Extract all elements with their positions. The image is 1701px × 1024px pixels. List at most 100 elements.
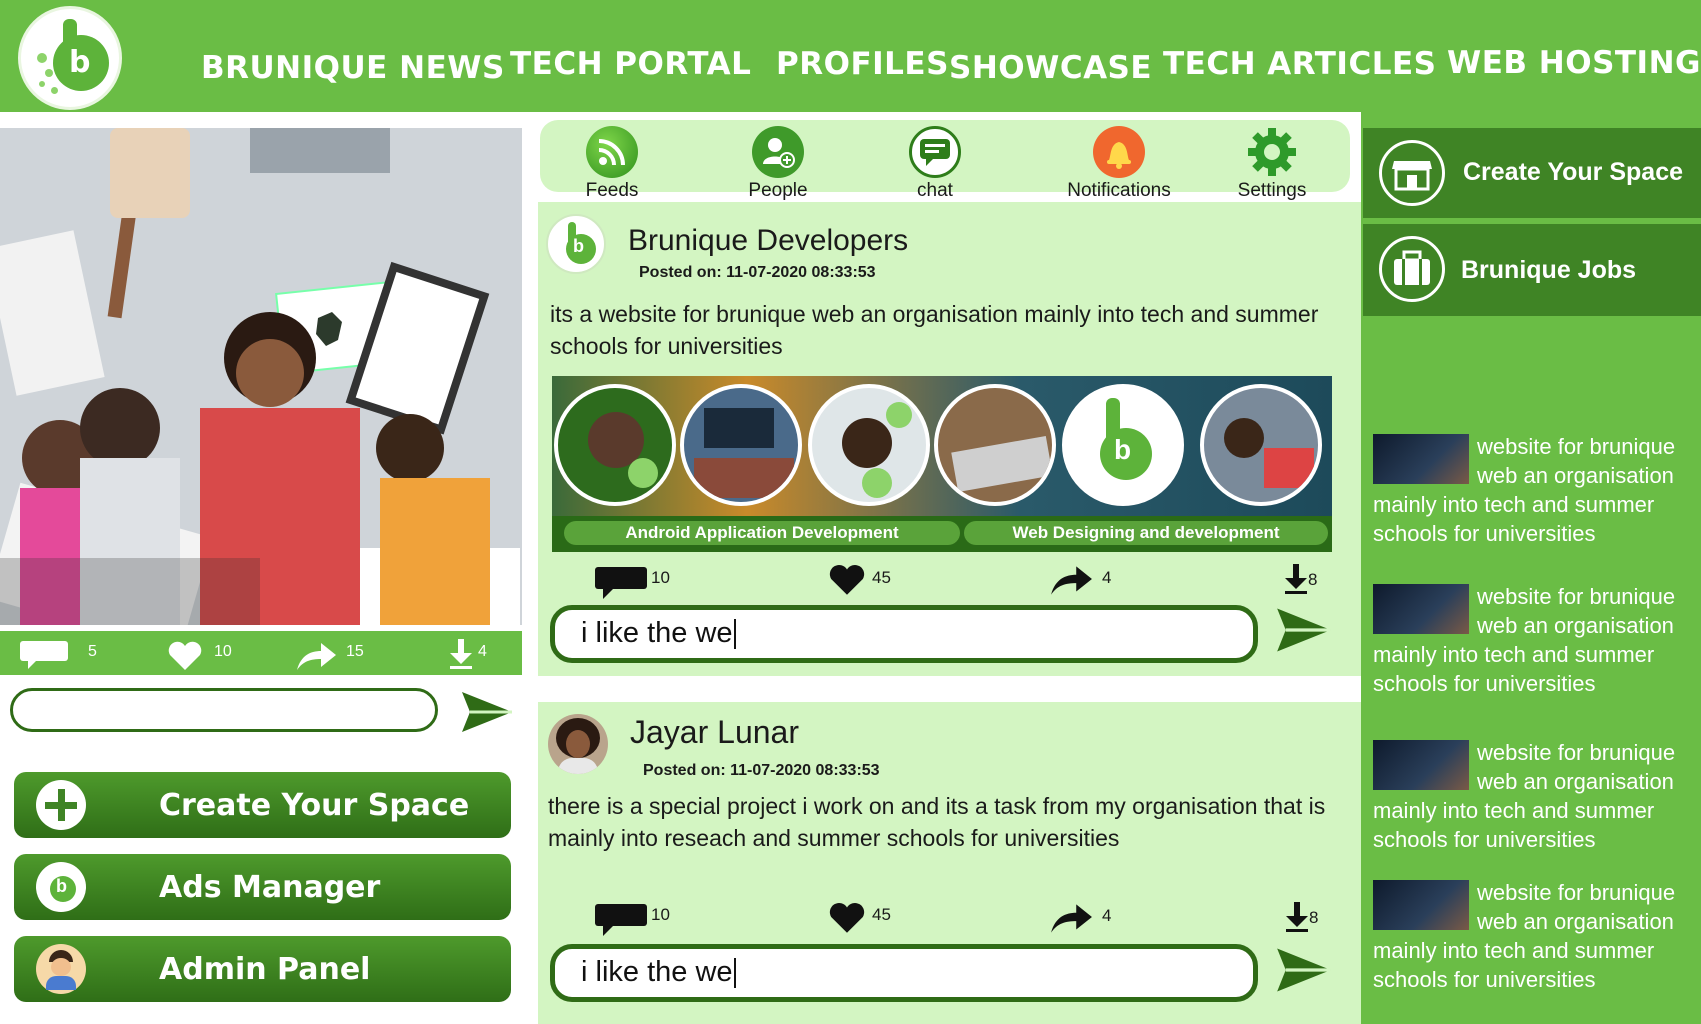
- tab-people-label: People: [748, 180, 808, 201]
- create-your-space-button[interactable]: Create Your Space: [14, 772, 511, 838]
- sidebar-article[interactable]: website for brunique web an organisation…: [1373, 738, 1693, 854]
- sidebar-article[interactable]: website for brunique web an organisation…: [1373, 432, 1693, 548]
- tab-feeds-label: Feeds: [585, 180, 639, 201]
- nav-tech-portal[interactable]: TECH PORTAL: [510, 46, 751, 82]
- brunique-jobs-label: Brunique Jobs: [1461, 256, 1637, 284]
- comment-count: 10: [651, 568, 670, 587]
- banner-caption-web: Web Designing and development: [964, 521, 1328, 545]
- logo-dot: [37, 53, 47, 63]
- add-person-icon: [752, 126, 804, 178]
- share-icon[interactable]: [1049, 564, 1093, 596]
- briefcase-icon: [1379, 236, 1445, 302]
- tab-feeds[interactable]: Feeds: [552, 126, 672, 202]
- post-divider: [538, 676, 1361, 702]
- share-icon[interactable]: [295, 641, 337, 671]
- feed-tabs: Feeds People chat Notifications Settings: [540, 120, 1350, 201]
- share-count: 4: [1102, 906, 1112, 925]
- post-body: its a website for brunique web an organi…: [550, 301, 1319, 359]
- post-body: there is a special project i work on and…: [548, 793, 1326, 851]
- featured-photo[interactable]: [0, 128, 522, 625]
- share-icon[interactable]: [1049, 902, 1093, 934]
- post-author[interactable]: Jayar Lunar: [630, 714, 799, 751]
- logo-dot: [39, 81, 45, 87]
- download-count: 8: [1308, 570, 1318, 589]
- comment-icon[interactable]: [595, 904, 647, 936]
- post-card: b Brunique Developers Posted on: 11-07-2…: [538, 202, 1361, 676]
- featured-comment-input[interactable]: [10, 688, 438, 732]
- banner-photo-4: [934, 384, 1056, 506]
- comment-input[interactable]: i like the we: [550, 605, 1258, 663]
- brunique-developers-avatar[interactable]: b: [546, 214, 606, 274]
- chat-icon: [909, 126, 961, 178]
- comment-icon[interactable]: [20, 641, 68, 669]
- article-thumbnail: [1373, 740, 1469, 790]
- bell-icon: [1093, 126, 1145, 178]
- brunique-logo-icon: b: [36, 862, 86, 912]
- nav-tech-articles[interactable]: TECH ARTICLES: [1163, 46, 1436, 82]
- nav-brunique-news[interactable]: BRUNIQUE NEWS: [201, 50, 505, 86]
- article-thumbnail: [1373, 584, 1469, 634]
- jayar-lunar-avatar[interactable]: [548, 714, 608, 774]
- send-icon[interactable]: [1275, 606, 1333, 654]
- banner-photo-3: [808, 384, 930, 506]
- banner-photo-2: [680, 384, 802, 506]
- ads-manager-label: Ads Manager: [159, 870, 381, 905]
- tab-chat[interactable]: chat: [875, 126, 995, 202]
- brunique-jobs-button[interactable]: Brunique Jobs: [1363, 224, 1701, 316]
- comment-input-value: i like the we: [581, 956, 736, 989]
- tab-people[interactable]: People: [718, 126, 838, 202]
- post-banner-image[interactable]: b Android Application Development Web De…: [552, 376, 1332, 552]
- download-icon[interactable]: [1286, 900, 1308, 934]
- gear-icon: [1246, 126, 1298, 178]
- comment-input-value: i like the we: [581, 617, 736, 650]
- logo-dot: [45, 69, 53, 77]
- send-icon[interactable]: [1275, 946, 1333, 994]
- download-icon[interactable]: [1285, 562, 1307, 596]
- like-count: 45: [872, 905, 891, 924]
- create-your-space-sidebar-label: Create Your Space: [1463, 158, 1684, 186]
- post-author[interactable]: Brunique Developers: [628, 224, 908, 258]
- nav-profiles[interactable]: PROFILES: [776, 46, 949, 82]
- featured-stats-bar: 5 10 15 4: [0, 631, 522, 675]
- like-count: 45: [872, 568, 891, 587]
- article-thumbnail: [1373, 880, 1469, 930]
- nav-web-hosting[interactable]: WEB HOSTING: [1447, 45, 1701, 81]
- featured-share-count: 15: [346, 643, 364, 660]
- heart-icon[interactable]: [828, 564, 866, 596]
- post-timestamp: Posted on: 11-07-2020 08:33:53: [639, 264, 876, 281]
- comment-icon[interactable]: [595, 567, 647, 599]
- featured-download-count: 4: [478, 643, 487, 660]
- heart-icon[interactable]: [828, 902, 866, 934]
- download-icon[interactable]: [450, 639, 472, 669]
- article-thumbnail: [1373, 434, 1469, 484]
- create-your-space-sidebar-button[interactable]: Create Your Space: [1363, 128, 1701, 218]
- logo-dot: [51, 87, 58, 94]
- banner-photo-5: [1200, 384, 1322, 506]
- nav-showcase[interactable]: SHOWCASE: [949, 50, 1152, 86]
- post-card: Jayar Lunar Posted on: 11-07-2020 08:33:…: [538, 702, 1361, 1024]
- ads-manager-button[interactable]: b Ads Manager: [14, 854, 511, 920]
- logo-letter: b: [69, 45, 91, 80]
- tab-settings-label: Settings: [1237, 180, 1307, 201]
- rss-icon: [586, 126, 638, 178]
- sidebar-article[interactable]: website for brunique web an organisation…: [1373, 582, 1693, 698]
- banner-caption-android: Android Application Development: [564, 521, 960, 545]
- tab-notifications-label: Notifications: [1067, 180, 1171, 201]
- sidebar-article[interactable]: website for brunique web an organisation…: [1373, 878, 1693, 994]
- admin-avatar-icon: [36, 944, 86, 994]
- comment-input[interactable]: i like the we: [550, 944, 1258, 1002]
- comment-count: 10: [651, 905, 670, 924]
- admin-panel-button[interactable]: Admin Panel: [14, 936, 511, 1002]
- create-your-space-label: Create Your Space: [159, 788, 470, 823]
- heart-icon[interactable]: [167, 641, 203, 671]
- send-icon[interactable]: [460, 690, 514, 734]
- brunique-logo[interactable]: b: [18, 6, 122, 110]
- featured-like-count: 10: [214, 643, 232, 660]
- tab-notifications[interactable]: Notifications: [1054, 126, 1184, 202]
- banner-brunique-logo: b: [1062, 384, 1184, 506]
- storefront-icon: [1379, 140, 1445, 206]
- tab-settings[interactable]: Settings: [1212, 126, 1332, 202]
- admin-panel-label: Admin Panel: [159, 952, 371, 987]
- featured-photo-illustration: [0, 128, 522, 625]
- post-timestamp: Posted on: 11-07-2020 08:33:53: [643, 762, 880, 779]
